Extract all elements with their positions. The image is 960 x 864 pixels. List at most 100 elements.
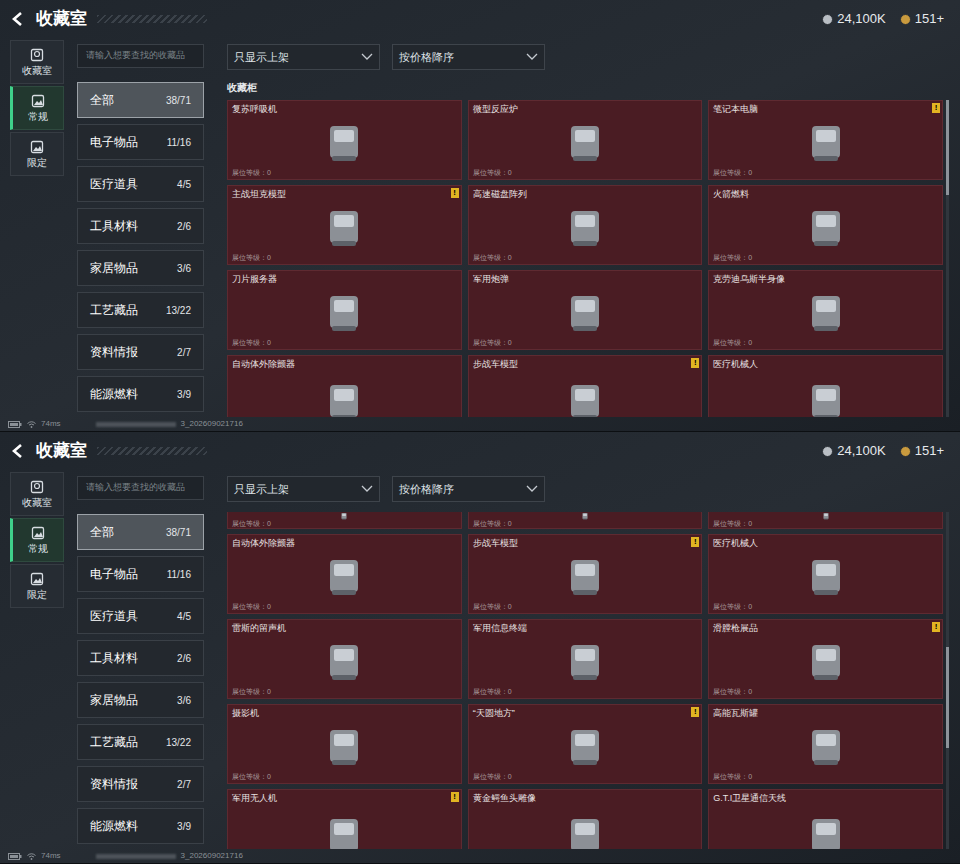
card-level: 展位等级：0 xyxy=(232,520,457,528)
item-image-icon xyxy=(565,512,605,520)
collection-card[interactable]: 自动体外除颤器 xyxy=(227,355,462,417)
collection-card[interactable]: 雷斯的留声机展位等级：0 xyxy=(227,619,462,699)
card-level: 展位等级：0 xyxy=(232,339,457,347)
collection-card[interactable]: 展位等级：0 xyxy=(708,512,943,529)
chevron-down-icon xyxy=(361,53,373,61)
chevron-down-icon xyxy=(361,485,373,493)
filter-dropdown[interactable]: 只显示上架 xyxy=(227,44,380,70)
section-title: 收藏柜 xyxy=(227,80,949,96)
collection-card[interactable]: 军用信息终端展位等级：0 xyxy=(468,619,703,699)
card-level: 展位等级：0 xyxy=(473,339,698,347)
currency: 151+ xyxy=(900,441,944,461)
collection-card[interactable]: 高速磁盘阵列展位等级：0 xyxy=(468,185,703,265)
card-level: 展位等级：0 xyxy=(232,169,457,177)
collection-card[interactable]: 摄影机展位等级：0 xyxy=(227,704,462,784)
card-name: 医疗机械人 xyxy=(713,537,938,549)
collection-card[interactable]: 军用无人机! xyxy=(227,789,462,849)
category-item[interactable]: 电子物品11/16 xyxy=(77,124,204,160)
collection-card[interactable]: 滑膛枪展品展位等级：0! xyxy=(708,619,943,699)
header: 收藏室24,100K151+ xyxy=(0,432,960,470)
collection-card[interactable]: 展位等级：0 xyxy=(468,512,703,529)
collection-card[interactable]: 自动体外除颤器展位等级：0 xyxy=(227,534,462,614)
main-area: 只显示上架按价格降序收藏柜复苏呼吸机展位等级：0微型反应炉展位等级：0笔记本电脑… xyxy=(227,38,949,417)
trophy-icon xyxy=(30,480,44,494)
collection-card[interactable]: 步战车模型展位等级：0! xyxy=(468,534,703,614)
card-name: 高速磁盘阵列 xyxy=(473,188,698,200)
card-level: 展位等级：0 xyxy=(713,603,938,611)
collection-card[interactable]: 笔记本电脑展位等级：0! xyxy=(708,100,943,180)
scrollbar[interactable] xyxy=(946,100,949,417)
collection-card[interactable]: 高能瓦斯罐展位等级：0 xyxy=(708,704,943,784)
category-item[interactable]: 全部38/71 xyxy=(77,82,204,118)
category-item[interactable]: 工艺藏品13/22 xyxy=(77,724,204,760)
collection-card[interactable]: 克劳迪乌斯半身像展位等级：0 xyxy=(708,270,943,350)
category-item[interactable]: 工具材料2/6 xyxy=(77,208,204,244)
card-level: 展位等级：0 xyxy=(473,773,698,781)
nav-tab[interactable]: 收藏室 xyxy=(10,40,64,84)
item-image-icon xyxy=(802,554,850,598)
category-item[interactable]: 工具材料2/6 xyxy=(77,640,204,676)
picture-icon xyxy=(31,94,45,108)
item-image-icon xyxy=(802,290,850,334)
collection-card[interactable]: 复苏呼吸机展位等级：0 xyxy=(227,100,462,180)
filter-dropdown[interactable]: 只显示上架 xyxy=(227,476,380,502)
category-item[interactable]: 资料情报2/7 xyxy=(77,334,204,370)
nav-tab[interactable]: 收藏室 xyxy=(10,472,64,516)
collection-card[interactable]: 黄金鳄鱼头雕像 xyxy=(468,789,703,849)
collection-card[interactable]: 火箭燃料展位等级：0 xyxy=(708,185,943,265)
category-item[interactable]: 家居物品3/6 xyxy=(77,682,204,718)
category-item[interactable]: 工艺藏品13/22 xyxy=(77,292,204,328)
card-level: 展位等级：0 xyxy=(232,254,457,262)
filter-dropdown[interactable]: 按价格降序 xyxy=(392,44,545,70)
category-item[interactable]: 能源燃料3/9 xyxy=(77,808,204,844)
collection-card[interactable]: 微型反应炉展位等级：0 xyxy=(468,100,703,180)
scrollbar-thumb[interactable] xyxy=(946,647,949,748)
collection-card[interactable]: G.T.I卫星通信天线 xyxy=(708,789,943,849)
category-item[interactable]: 家居物品3/6 xyxy=(77,250,204,286)
alert-badge: ! xyxy=(691,537,699,547)
currency: 151+ xyxy=(900,9,944,29)
blurred-id xyxy=(96,422,176,427)
card-name: 雷斯的留声机 xyxy=(232,622,457,634)
nav-tabs: 收藏室常规限定 xyxy=(10,38,64,417)
item-image-icon xyxy=(320,120,368,164)
scrollbar-thumb[interactable] xyxy=(946,100,949,195)
collection-card[interactable]: 步战车模型! xyxy=(468,355,703,417)
back-arrow-icon[interactable] xyxy=(10,11,26,27)
filter-dropdown[interactable]: 按价格降序 xyxy=(392,476,545,502)
category-item[interactable]: 医疗道具4/5 xyxy=(77,598,204,634)
collection-card[interactable]: 展位等级：0 xyxy=(227,512,462,529)
app: 收藏室24,100K151+收藏室常规限定请输入想要查找的收藏品全部38/71电… xyxy=(0,0,960,864)
back-arrow-icon[interactable] xyxy=(10,443,26,459)
scrollbar[interactable] xyxy=(946,512,949,849)
collection-card[interactable]: 医疗机械人 xyxy=(708,355,943,417)
nav-tab[interactable]: 常规 xyxy=(10,86,64,130)
card-name: 军用炮弹 xyxy=(473,273,698,285)
item-image-icon xyxy=(561,290,609,334)
card-level: 展位等级：0 xyxy=(232,773,457,781)
collection-card[interactable]: 主战坦克模型展位等级：0! xyxy=(227,185,462,265)
category-item[interactable]: 医疗道具4/5 xyxy=(77,166,204,202)
screen-panel: 收藏室24,100K151+收藏室常规限定请输入想要查找的收藏品全部38/71电… xyxy=(0,0,960,432)
trophy-icon xyxy=(30,48,44,62)
category-item[interactable]: 电子物品11/16 xyxy=(77,556,204,592)
coin-icon xyxy=(900,446,911,457)
category-item[interactable]: 能源燃料3/9 xyxy=(77,376,204,412)
nav-tab[interactable]: 限定 xyxy=(10,132,64,176)
collection-card[interactable]: 刀片服务器展位等级：0 xyxy=(227,270,462,350)
card-name: 克劳迪乌斯半身像 xyxy=(713,273,938,285)
nav-tab[interactable]: 限定 xyxy=(10,564,64,608)
item-image-icon xyxy=(561,120,609,164)
nav-tab[interactable]: 常规 xyxy=(10,518,64,562)
collection-card[interactable]: 军用炮弹展位等级：0 xyxy=(468,270,703,350)
header: 收藏室24,100K151+ xyxy=(0,0,960,38)
item-image-icon xyxy=(320,639,368,683)
card-name: 笔记本电脑 xyxy=(713,103,938,115)
collection-card[interactable]: 医疗机械人展位等级：0 xyxy=(708,534,943,614)
search-field[interactable]: 请输入想要查找的收藏品 xyxy=(77,44,204,68)
blurred-id xyxy=(96,854,176,859)
search-field[interactable]: 请输入想要查找的收藏品 xyxy=(77,476,204,500)
category-item[interactable]: 全部38/71 xyxy=(77,514,204,550)
category-item[interactable]: 资料情报2/7 xyxy=(77,766,204,802)
collection-card[interactable]: “天圆地方”展位等级：0! xyxy=(468,704,703,784)
